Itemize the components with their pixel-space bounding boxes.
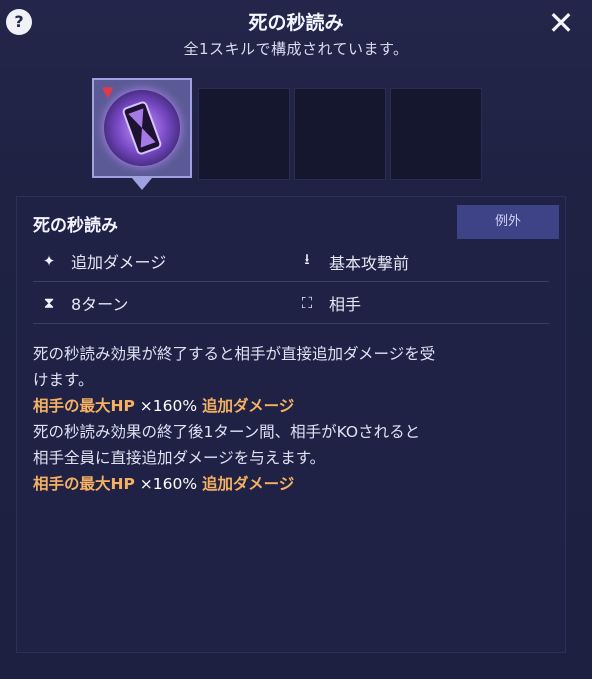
description-line: 死の秒読み効果の終了後1ターン間、相手がKOされると bbox=[33, 423, 421, 441]
attribute-row-2: ⧗ 8ターン ⛶ 相手 bbox=[33, 283, 549, 324]
description-line: 相手全員に直接追加ダメージを与えます。 bbox=[33, 449, 326, 467]
attribute-target: ⛶ 相手 bbox=[297, 291, 361, 315]
effect-stat: 相手の最大HP bbox=[33, 475, 135, 493]
effect-line-1: 相手の最大HP ×160% 追加ダメージ bbox=[33, 393, 553, 419]
download-icon: ⭳ bbox=[304, 250, 310, 268]
skill-slot-4[interactable] bbox=[390, 88, 482, 180]
attribute-row-1: ✦ 追加ダメージ ⭳ 基本攻撃前 bbox=[33, 241, 549, 282]
close-button[interactable]: ✕ bbox=[544, 6, 578, 40]
effect-multiplier: ×160% bbox=[139, 397, 198, 415]
effect-line-2: 相手の最大HP ×160% 追加ダメージ bbox=[33, 471, 553, 497]
hourglass-icon: ⧗ bbox=[43, 294, 55, 312]
skill-detail-card: 死の秒読み 例外 ✦ 追加ダメージ ⭳ 基本攻撃前 ⧗ 8ターン ⛶ 相手 死の… bbox=[16, 196, 566, 653]
attribute-duration-label: 8ターン bbox=[71, 295, 129, 314]
attribute-type: ✦ 追加ダメージ bbox=[39, 249, 167, 273]
page-title: 死の秒読み bbox=[248, 12, 344, 34]
description-line: けます。 bbox=[33, 371, 94, 389]
skill-name: 死の秒読み bbox=[33, 216, 118, 236]
skill-slot-2[interactable] bbox=[198, 88, 290, 180]
attribute-target-label: 相手 bbox=[329, 295, 362, 314]
skill-slot-1[interactable]: ▼ bbox=[92, 78, 192, 190]
effect-stat: 相手の最大HP bbox=[33, 397, 135, 415]
selection-pointer bbox=[132, 178, 152, 190]
effect-type: 追加ダメージ bbox=[202, 475, 295, 493]
attribute-type-label: 追加ダメージ bbox=[71, 253, 167, 272]
page-subtitle: 全1スキルで構成されています。 bbox=[183, 40, 409, 58]
effect-type: 追加ダメージ bbox=[202, 397, 295, 415]
description-line: 死の秒読み効果が終了すると相手が直接追加ダメージを受 bbox=[33, 345, 436, 363]
attribute-duration: ⧗ 8ターン bbox=[39, 291, 129, 315]
effect-multiplier: ×160% bbox=[139, 475, 198, 493]
attribute-timing-label: 基本攻撃前 bbox=[329, 253, 410, 273]
debuff-arrow-icon: ▼ bbox=[102, 83, 114, 101]
sparkle-icon: ✦ bbox=[42, 252, 56, 270]
attribute-timing: ⭳ 基本攻撃前 bbox=[297, 249, 409, 274]
skill-description: 死の秒読み効果が終了すると相手が直接追加ダメージを受 けます。 相手の最大HP … bbox=[33, 341, 553, 497]
skill-slot-3[interactable] bbox=[294, 88, 386, 180]
target-person-icon: ⛶ bbox=[301, 294, 313, 312]
skill-tag-badge: 例外 bbox=[457, 205, 559, 239]
skill-info-panel: ? 死の秒読み 全1スキルで構成されています。 ✕ ▼ 死の秒読み 例外 ✦ 追… bbox=[0, 0, 592, 679]
hourglass-skill-icon bbox=[104, 90, 180, 166]
